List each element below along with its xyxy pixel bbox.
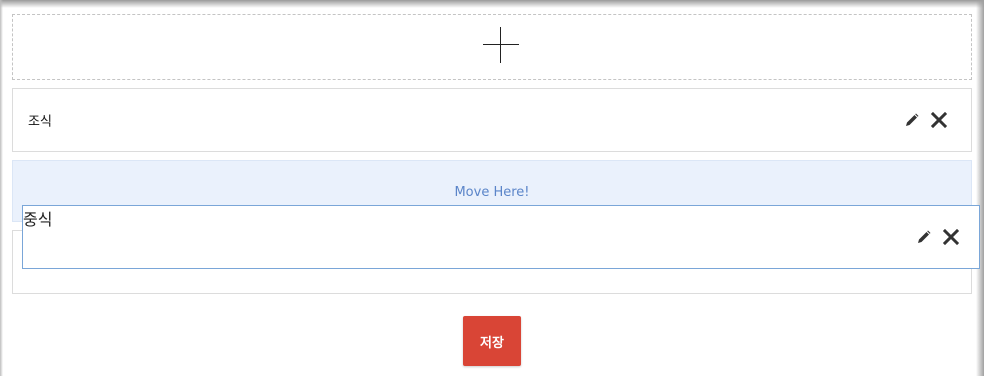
list-item[interactable]: 조식 (12, 88, 972, 152)
close-icon[interactable] (942, 228, 960, 246)
item-actions (905, 111, 948, 129)
window-shadow-right (976, 0, 984, 376)
drop-zone-text: Move Here! (454, 185, 530, 200)
window-edge-left (0, 0, 3, 376)
plus-icon (483, 27, 519, 63)
item-label: 중식 (23, 210, 53, 229)
editor-panel: 조식 Move Here! 중식 저장 (0, 0, 984, 376)
dragging-list-item[interactable]: 중식 (22, 205, 980, 269)
window-shadow-top (0, 0, 984, 8)
item-label: 조식 (28, 114, 52, 130)
close-icon[interactable] (930, 111, 948, 129)
pencil-icon[interactable] (905, 113, 919, 127)
save-button[interactable]: 저장 (463, 316, 521, 366)
item-actions (917, 228, 960, 246)
add-item-zone[interactable] (12, 14, 972, 80)
pencil-icon[interactable] (917, 230, 931, 244)
